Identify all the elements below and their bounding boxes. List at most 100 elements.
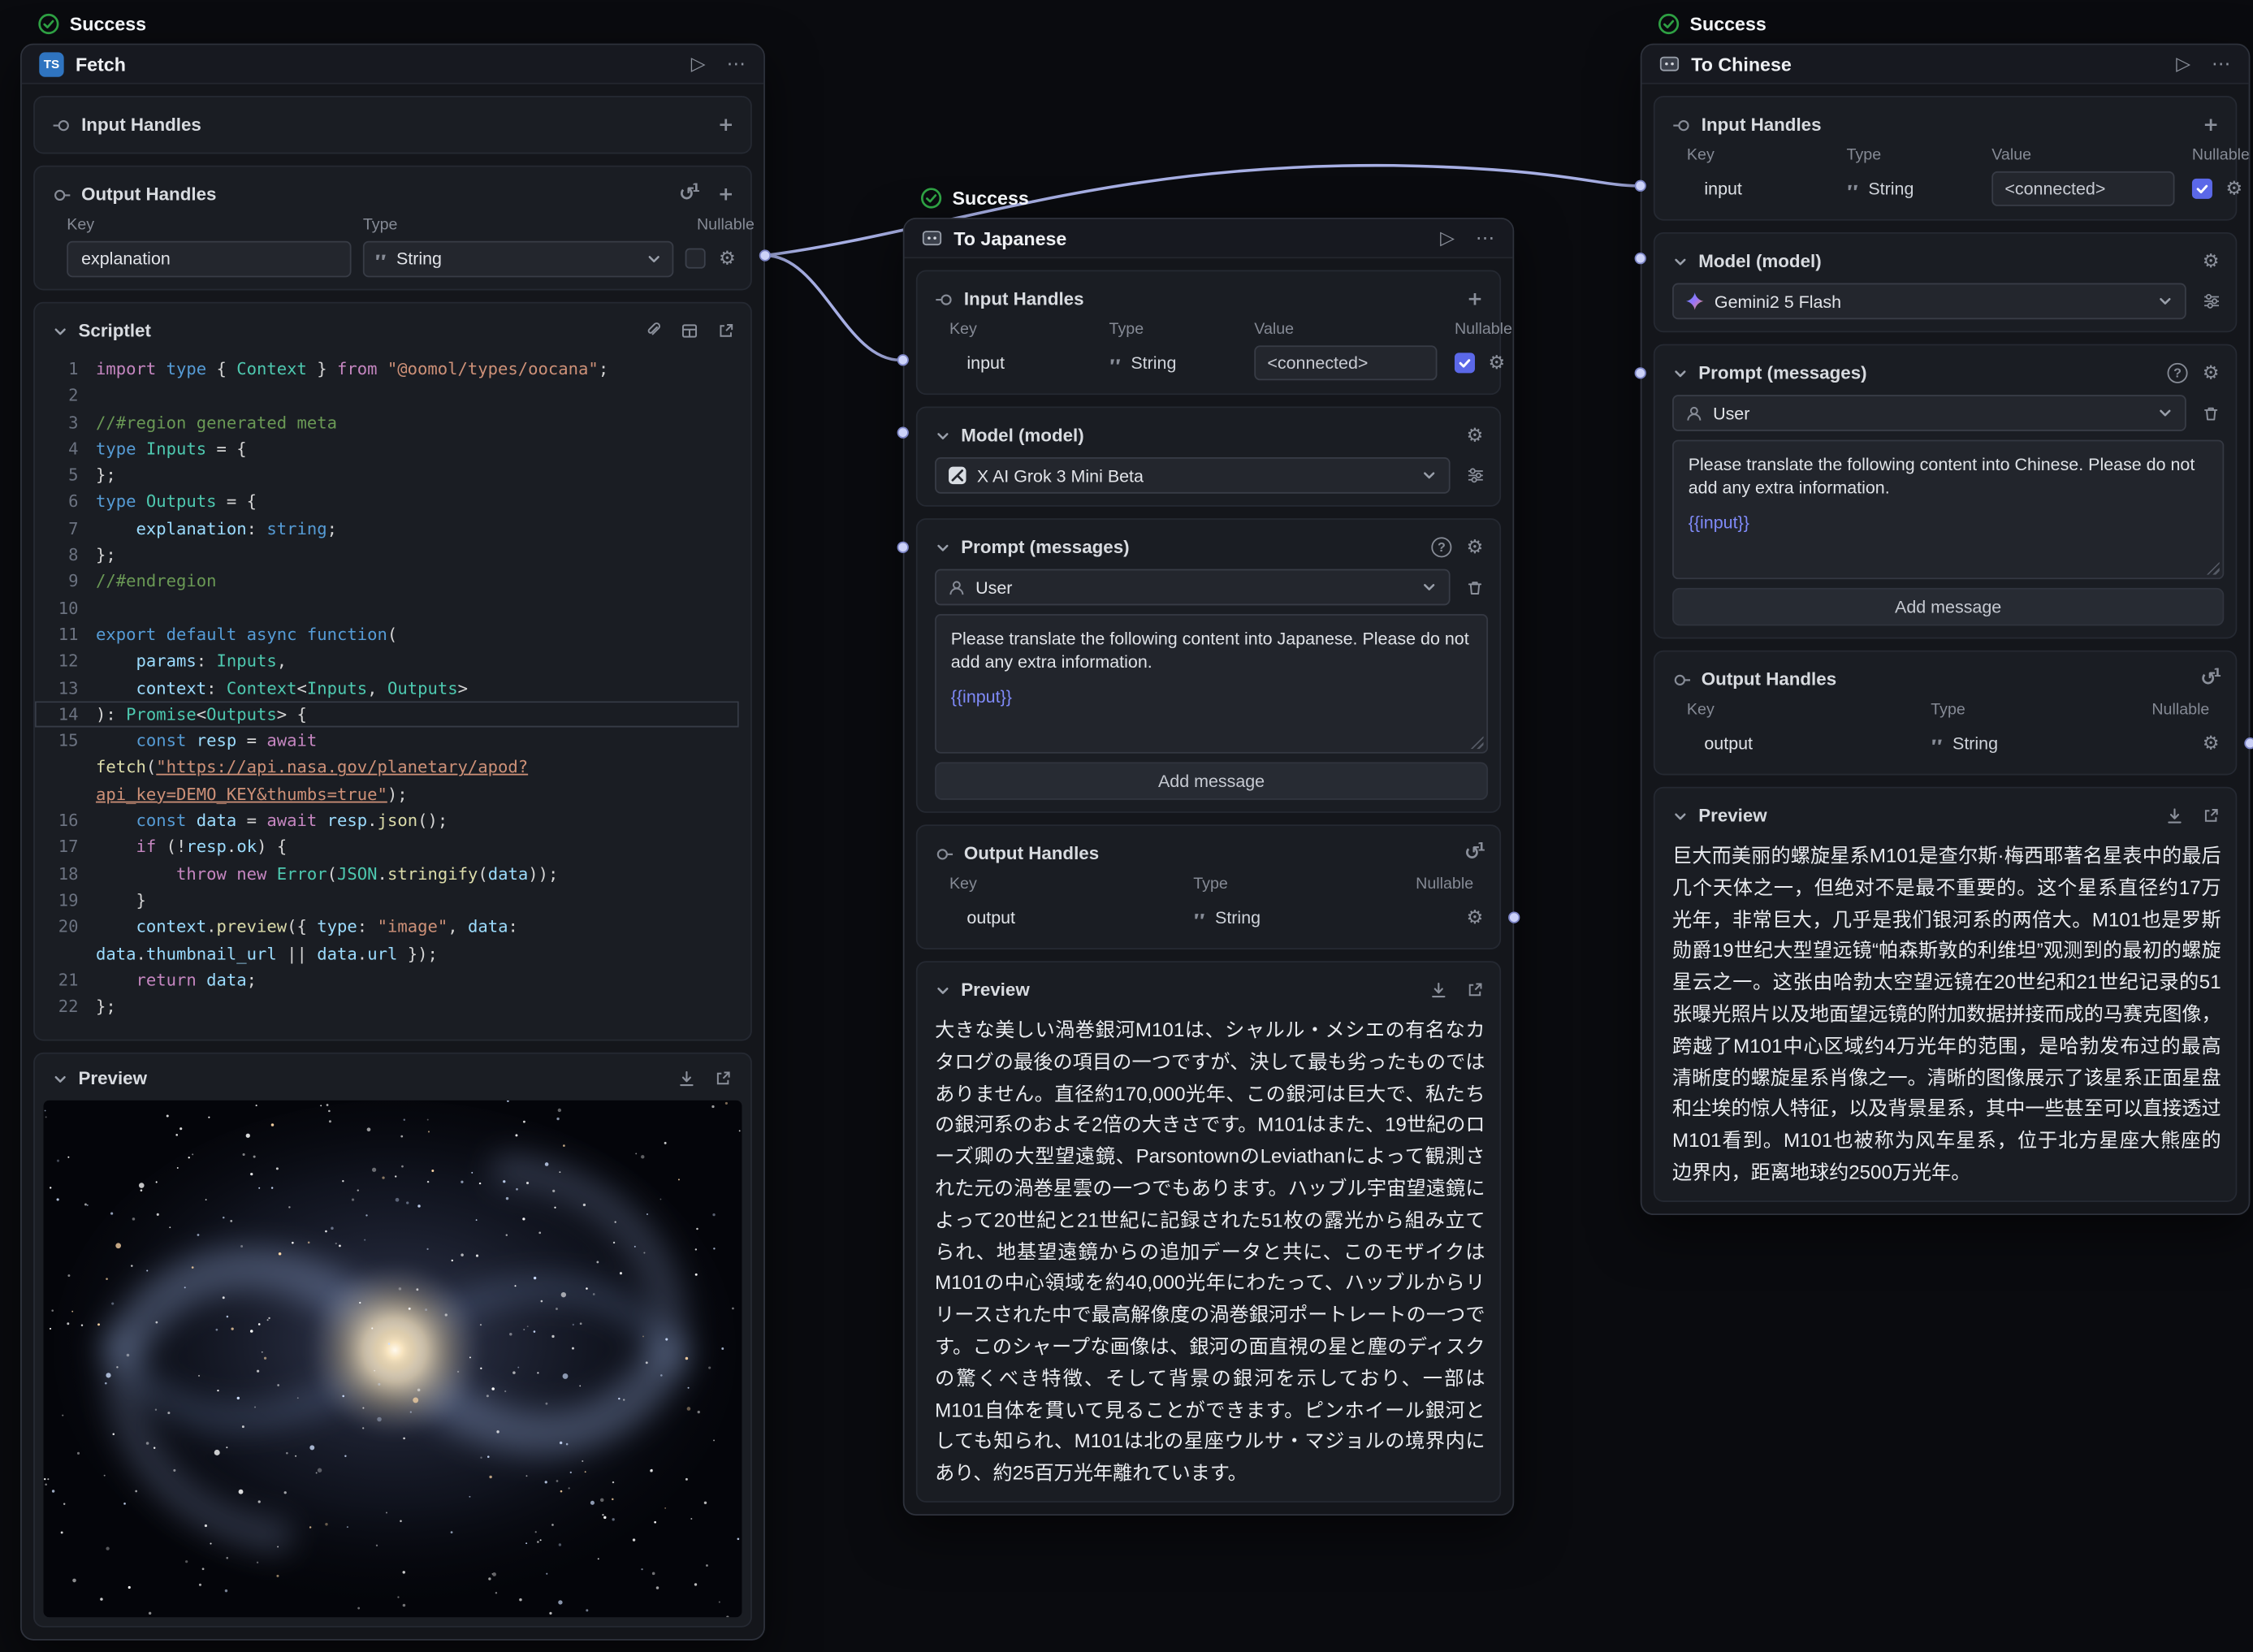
delete-message-button[interactable] (2198, 400, 2224, 426)
add-handle-button[interactable]: + (713, 112, 739, 138)
port-japanese-input[interactable] (897, 354, 909, 365)
code-line[interactable]: 18 throw new Error(JSON.stringify(data))… (35, 860, 739, 887)
history-button[interactable]: ↺1 (677, 181, 703, 207)
edge-fetch-to-japanese[interactable] (765, 256, 900, 361)
node-header[interactable]: To Japanese ▷ ⋯ (905, 219, 1513, 258)
nullable-checkbox[interactable] (2192, 179, 2212, 199)
resize-handle[interactable] (2207, 562, 2220, 575)
handle-value-input[interactable]: <connected> (1991, 171, 2174, 206)
handle-settings-button[interactable]: ⚙ (1484, 350, 1510, 376)
input-handles-header[interactable]: Input Handles + (1672, 109, 2224, 141)
download-button[interactable] (2161, 802, 2187, 828)
output-handles-header[interactable]: Output Handles ↺1 (1672, 664, 2224, 695)
add-handle-button[interactable]: + (713, 181, 739, 207)
output-handles-header[interactable]: Output Handles ↺1 (935, 837, 1488, 869)
code-line[interactable]: 8}; (35, 542, 739, 569)
download-button[interactable] (1425, 977, 1451, 1003)
code-line[interactable]: 21 return data; (35, 967, 739, 993)
prompt-textarea[interactable]: Please translate the following content i… (1672, 440, 2224, 580)
open-external-button[interactable] (2198, 802, 2224, 828)
nullable-checkbox[interactable] (1455, 352, 1475, 373)
model-header[interactable]: Model (model) ⚙ (1672, 245, 2224, 277)
code-line[interactable]: 16 const data = await resp.json(); (35, 807, 739, 834)
node-card[interactable]: To Japanese ▷ ⋯ Input Handles + Key Type… (903, 218, 1514, 1516)
port-fetch-output-explanation[interactable] (759, 249, 771, 261)
port-chinese-input[interactable] (1635, 180, 1646, 192)
code-line[interactable]: fetch("https://api.nasa.gov/planetary/ap… (35, 754, 739, 781)
flow-canvas[interactable]: Success TS Fetch ▷ ⋯ Input Handles + (0, 0, 2253, 1652)
handle-settings-button[interactable]: ⚙ (1462, 905, 1488, 931)
input-handles-header[interactable]: Input Handles + (52, 109, 738, 141)
output-handles-header[interactable]: Output Handles ↺1 + (52, 179, 738, 210)
port-chinese-model[interactable] (1635, 253, 1646, 264)
more-options-button[interactable]: ⋯ (1472, 225, 1498, 251)
model-select[interactable]: Gemini2 5 Flash (1672, 283, 2186, 320)
model-select[interactable]: X AI Grok 3 Mini Beta (935, 457, 1451, 494)
run-node-button[interactable]: ▷ (1434, 225, 1460, 251)
code-line[interactable]: 19 } (35, 887, 739, 914)
code-line[interactable]: 6type Outputs = { (35, 488, 739, 515)
code-line[interactable]: 14): Promise<Outputs> { (35, 701, 739, 728)
more-options-button[interactable]: ⋯ (723, 51, 749, 77)
input-handles-header[interactable]: Input Handles + (935, 283, 1488, 315)
node-card[interactable]: To Chinese ▷ ⋯ Input Handles + Key Type … (1641, 44, 2251, 1215)
handle-type-select[interactable]: String (363, 240, 673, 277)
run-node-button[interactable]: ▷ (685, 51, 711, 77)
port-chinese-prompt[interactable] (1635, 367, 1646, 378)
handle-settings-button[interactable]: ⚙ (2198, 730, 2224, 756)
prompt-settings-button[interactable]: ⚙ (2198, 360, 2224, 386)
nullable-checkbox[interactable] (685, 249, 706, 269)
history-button[interactable]: ↺1 (2198, 666, 2224, 692)
model-tune-button[interactable] (2198, 288, 2224, 314)
code-line[interactable]: 17 if (!resp.ok) { (35, 834, 739, 861)
help-icon[interactable]: ? (1431, 537, 1451, 557)
model-header[interactable]: Model (model) ⚙ (935, 420, 1488, 452)
port-japanese-prompt[interactable] (897, 542, 909, 553)
handle-value-input[interactable]: <connected> (1254, 345, 1437, 380)
download-button[interactable] (673, 1066, 699, 1092)
add-message-button[interactable]: Add message (935, 762, 1488, 799)
attachment-icon[interactable] (640, 318, 666, 344)
add-message-button[interactable]: Add message (1672, 588, 2224, 625)
port-chinese-output[interactable] (2244, 737, 2253, 749)
code-line[interactable]: 15 const resp = await (35, 728, 739, 755)
code-line[interactable]: 10 (35, 595, 739, 621)
handle-key-input[interactable]: explanation (67, 240, 351, 277)
code-line[interactable]: 11export default async function( (35, 621, 739, 648)
handle-settings-button[interactable]: ⚙ (2221, 175, 2247, 201)
scriptlet-header[interactable]: Scriptlet (52, 315, 738, 347)
code-line[interactable]: 5}; (35, 462, 739, 489)
history-button[interactable]: ↺1 (1462, 841, 1488, 867)
add-handle-button[interactable]: + (1462, 286, 1488, 312)
open-external-button[interactable] (710, 1066, 736, 1092)
code-line[interactable]: 22}; (35, 993, 739, 1020)
prompt-settings-button[interactable]: ⚙ (1462, 534, 1488, 560)
code-line[interactable]: 3//#region generated meta (35, 409, 739, 435)
table-view-icon[interactable] (677, 318, 703, 344)
code-line[interactable]: 2 (35, 383, 739, 409)
preview-header[interactable]: Preview (1672, 800, 2224, 832)
preview-header[interactable]: Preview (935, 974, 1488, 1005)
code-line[interactable]: 9//#endregion (35, 569, 739, 595)
more-options-button[interactable]: ⋯ (2208, 51, 2234, 77)
node-header[interactable]: TS Fetch ▷ ⋯ (22, 45, 763, 84)
resize-handle[interactable] (1471, 736, 1484, 749)
add-handle-button[interactable]: + (2198, 112, 2224, 138)
open-external-button[interactable] (1462, 977, 1488, 1003)
help-icon[interactable]: ? (2168, 363, 2188, 383)
prompt-header[interactable]: Prompt (messages) ? ⚙ (1672, 357, 2224, 389)
handle-settings-button[interactable]: ⚙ (714, 245, 740, 271)
message-role-select[interactable]: User (1672, 395, 2186, 431)
port-japanese-output[interactable] (1508, 911, 1520, 923)
code-line[interactable]: data.thumbnail_url || data.url }); (35, 940, 739, 967)
code-editor[interactable]: 1import type { Context } from "@oomol/ty… (35, 352, 739, 1028)
message-role-select[interactable]: User (935, 569, 1451, 606)
run-node-button[interactable]: ▷ (2170, 51, 2196, 77)
code-line[interactable]: 7 explanation: string; (35, 515, 739, 542)
code-line[interactable]: 1import type { Context } from "@oomol/ty… (35, 356, 739, 383)
preview-header[interactable]: Preview (44, 1063, 742, 1095)
model-settings-button[interactable]: ⚙ (2198, 249, 2224, 275)
port-japanese-model[interactable] (897, 426, 909, 438)
prompt-header[interactable]: Prompt (messages) ? ⚙ (935, 531, 1488, 563)
open-external-button[interactable] (713, 318, 739, 344)
